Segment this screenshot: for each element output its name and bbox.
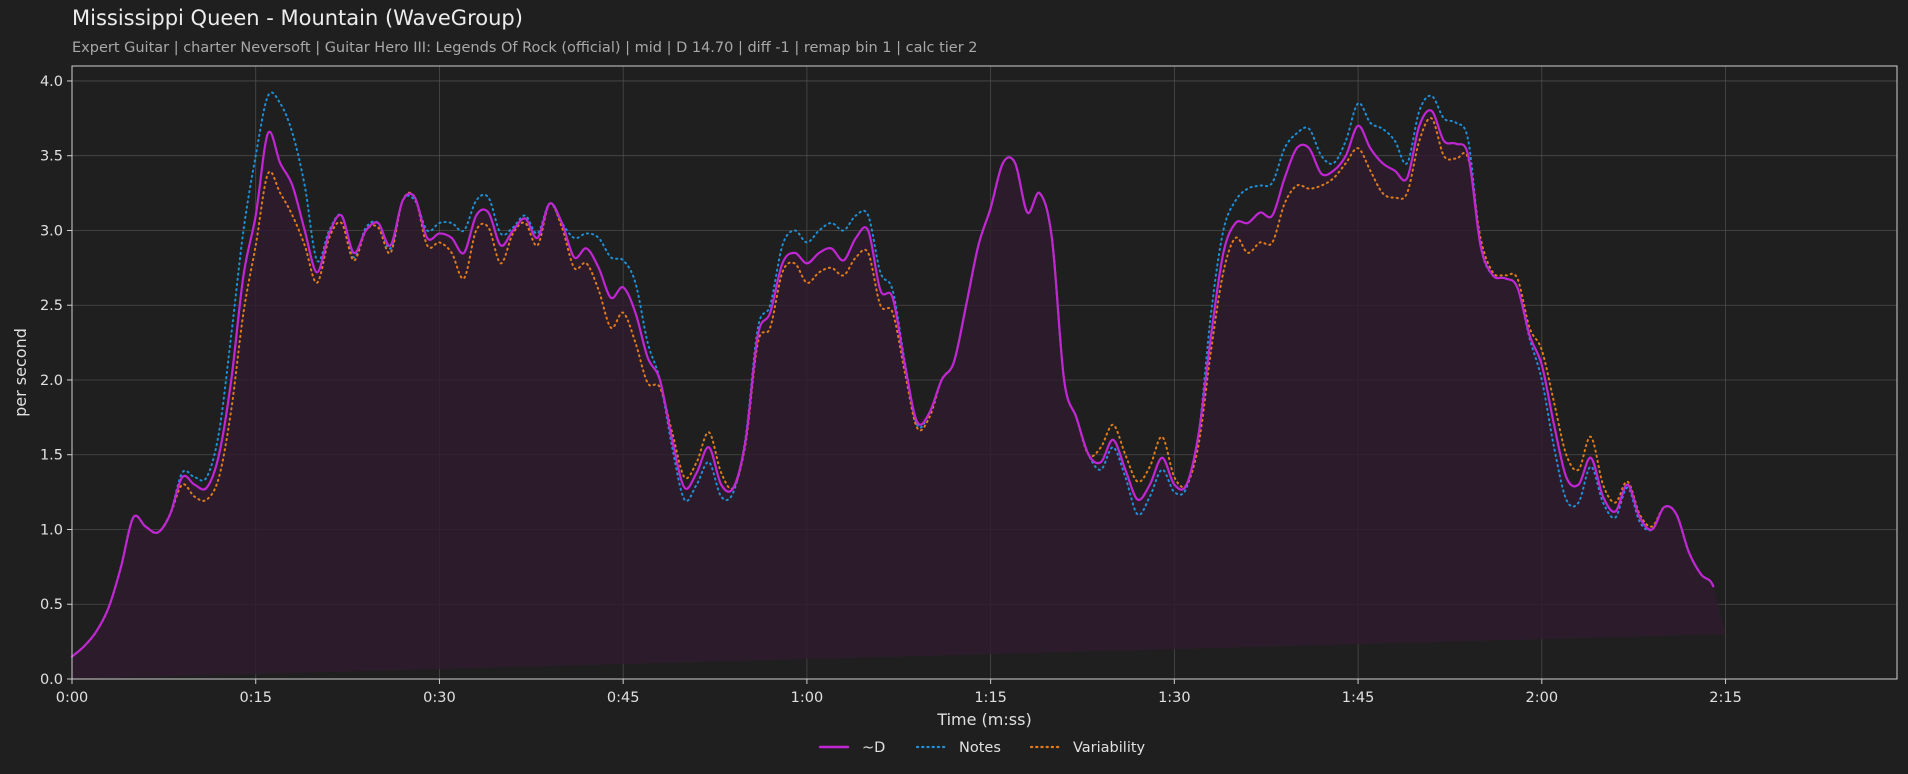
d-area-fill [72,110,1726,680]
y-tick-label: 3.0 [40,223,63,239]
x-tick-label: 2:15 [1709,690,1742,706]
x-tick-label: 1:45 [1342,690,1375,706]
line-chart: 0.0 0.5 1.0 1.5 2.0 2.5 3.0 3.5 4.0 0:00 0:15 0:30 0… [11,65,1898,756]
y-tick-label: 0.0 [40,672,63,688]
y-tick-label: 1.5 [40,448,63,464]
legend-label-d: ~D [862,740,885,756]
x-axis-label: Time (m:ss) [936,710,1031,729]
y-tick-label: 1.0 [40,522,63,538]
x-tick-label: 1:00 [791,690,824,706]
x-tick-label: 1:15 [974,690,1007,706]
x-tick-label: 0:15 [239,690,272,706]
y-tick-label: 2.5 [40,298,63,314]
x-tick-label: 0:00 [56,690,89,706]
x-tick-label: 0:45 [607,690,640,706]
x-tick-label: 1:30 [1158,690,1191,706]
chart-page: Mississippi Queen - Mountain (WaveGroup)… [0,0,1908,774]
y-tick-label: 3.5 [40,149,63,165]
x-tick-label: 2:00 [1526,690,1559,706]
legend-label-notes: Notes [959,740,1001,756]
y-axis-label: per second [11,328,30,417]
x-tick-label: 0:30 [423,690,456,706]
legend-label-variability: Variability [1073,740,1146,756]
y-tick-label: 4.0 [40,74,63,90]
y-tick-label: 0.5 [40,597,63,613]
y-tick-label: 2.0 [40,373,63,389]
